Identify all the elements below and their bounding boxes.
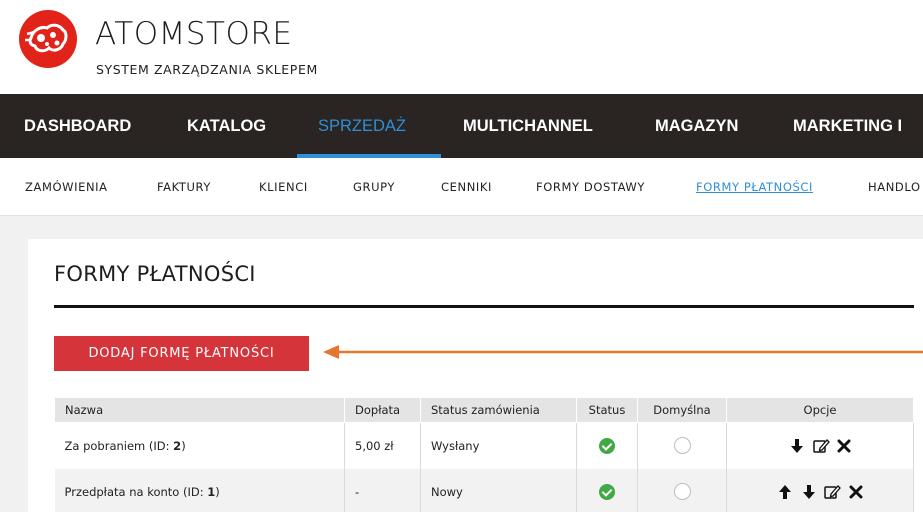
sub-nav: ZAMÓWIENIA FAKTURY KLIENCI GRUPY CENNIKI…	[0, 158, 923, 216]
sub-nav-formy-dostawy[interactable]: FORMY DOSTAWY	[536, 158, 645, 215]
table-row: Przedpłata na konto (ID: 1) - Nowy	[54, 468, 914, 512]
brand-name: ATOMSTORE	[95, 16, 293, 52]
atomstore-logo-icon[interactable]	[19, 10, 77, 68]
delete-icon[interactable]	[837, 439, 851, 453]
add-payment-method-button[interactable]: DODAJ FORMĘ PŁATNOŚCI	[54, 336, 309, 371]
column-header-default[interactable]: Domyślna	[637, 397, 727, 423]
status-cell	[576, 422, 638, 469]
status-cell	[576, 468, 638, 512]
default-cell	[637, 422, 727, 469]
payment-name-cell: Przedpłata na konto (ID: 1)	[54, 468, 345, 512]
payment-name-prefix: Przedpłata na konto (ID:	[64, 484, 208, 499]
order-status-cell: Nowy	[420, 468, 577, 512]
table-header-row: Nazwa Dopłata Status zamówienia Status D…	[54, 397, 914, 423]
main-nav: DASHBOARD KATALOG SPRZEDAŻ MULTICHANNEL …	[0, 94, 923, 158]
surcharge-cell: 5,00 zł	[344, 422, 421, 469]
column-header-options: Opcje	[726, 397, 914, 423]
sub-nav-klienci[interactable]: KLIENCI	[259, 158, 308, 215]
options-cell	[726, 422, 914, 469]
column-header-status[interactable]: Status	[576, 397, 638, 423]
column-header-name[interactable]: Nazwa	[54, 397, 345, 423]
edit-icon[interactable]	[824, 484, 842, 500]
column-header-order-status[interactable]: Status zamówienia	[420, 397, 577, 423]
column-header-surcharge[interactable]: Dopłata	[344, 397, 421, 423]
delete-icon[interactable]	[849, 485, 863, 499]
page-title: FORMY PŁATNOŚCI	[54, 262, 256, 286]
annotation-arrow-icon	[323, 345, 923, 359]
payment-name-suffix: )	[215, 484, 220, 499]
arrow-down-icon[interactable]	[789, 438, 805, 454]
edit-icon[interactable]	[812, 438, 830, 454]
payment-name-suffix: )	[181, 438, 186, 453]
check-circle-icon[interactable]	[599, 437, 615, 454]
arrow-down-icon[interactable]	[801, 484, 817, 500]
payment-name-cell: Za pobraniem (ID: 2)	[54, 422, 345, 469]
main-nav-dashboard[interactable]: DASHBOARD	[24, 94, 131, 158]
main-nav-katalog[interactable]: KATALOG	[187, 94, 266, 158]
sub-nav-handlowcy[interactable]: HANDLO	[868, 158, 921, 215]
check-circle-icon[interactable]	[599, 483, 615, 500]
arrow-up-icon[interactable]	[777, 484, 793, 500]
sub-nav-formy-platnosci[interactable]: FORMY PŁATNOŚCI	[696, 158, 813, 215]
surcharge-cell: -	[344, 468, 421, 512]
sub-nav-zamowienia[interactable]: ZAMÓWIENIA	[25, 158, 108, 215]
options-cell	[726, 468, 914, 512]
radio-unchecked-icon[interactable]	[673, 437, 691, 455]
payment-methods-table: Nazwa Dopłata Status zamówienia Status D…	[54, 397, 914, 512]
main-nav-magazyn[interactable]: MAGAZYN	[655, 94, 738, 158]
payment-id: 2	[173, 438, 182, 453]
sub-nav-grupy[interactable]: GRUPY	[353, 158, 395, 215]
default-cell	[637, 468, 727, 512]
payment-name-prefix: Za pobraniem (ID:	[64, 438, 174, 453]
table-row: Za pobraniem (ID: 2) 5,00 zł Wysłany	[54, 422, 914, 469]
app-header: ATOMSTORE SYSTEM ZARZĄDZANIA SKLEPEM	[0, 0, 923, 94]
sub-nav-faktury[interactable]: FAKTURY	[157, 158, 211, 215]
title-divider	[54, 305, 914, 308]
order-status-cell: Wysłany	[420, 422, 577, 469]
radio-unchecked-icon[interactable]	[673, 483, 691, 500]
sub-nav-cenniki[interactable]: CENNIKI	[441, 158, 492, 215]
main-nav-marketing[interactable]: MARKETING I	[793, 94, 902, 158]
main-nav-sprzedaz[interactable]: SPRZEDAŻ	[318, 94, 406, 158]
brand-subtitle: SYSTEM ZARZĄDZANIA SKLEPEM	[96, 62, 318, 77]
main-nav-multichannel[interactable]: MULTICHANNEL	[463, 94, 593, 158]
